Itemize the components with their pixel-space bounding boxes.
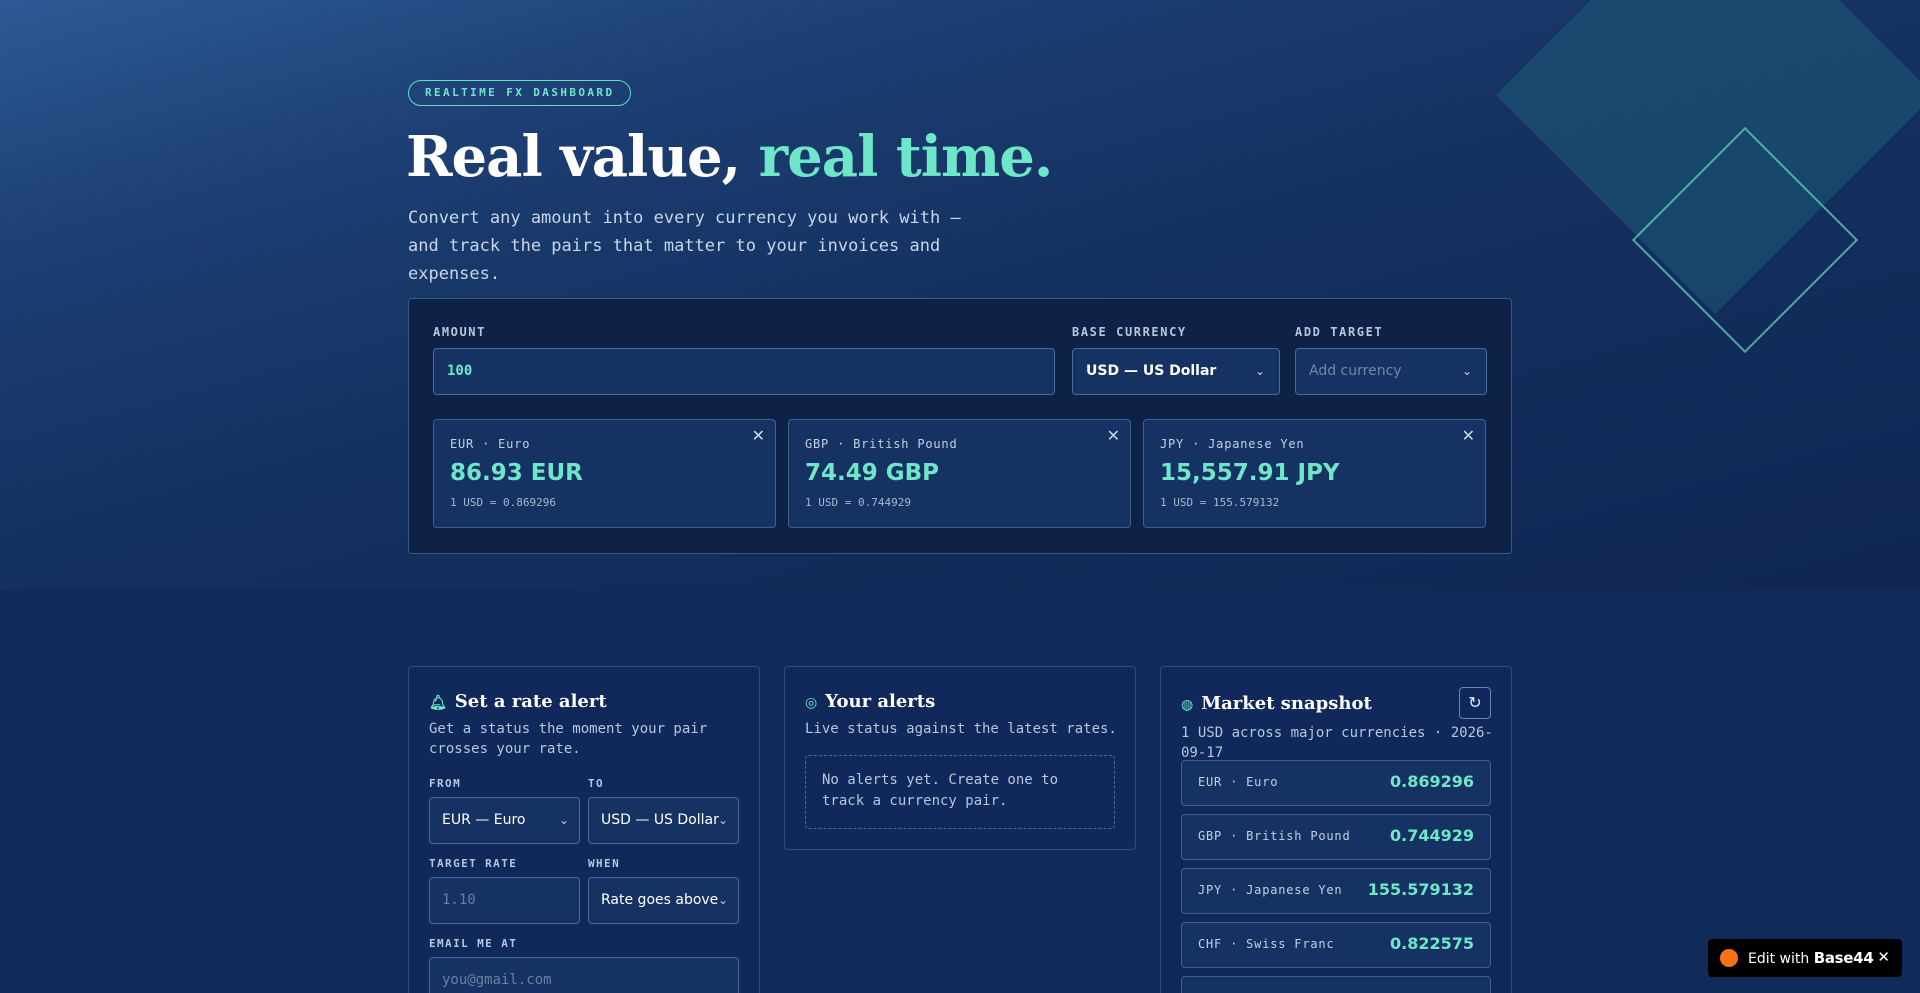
market-snapshot-title-text: Market snapshot (1201, 693, 1372, 714)
your-alerts-panel: ◎ Your alerts Live status against the lat… (784, 666, 1136, 850)
snapshot-row-value: 0.822575 (1389, 934, 1474, 953)
market-snapshot-title: ◍ Market snapshot (1181, 693, 1372, 714)
from-label: FROM (429, 777, 462, 790)
from-select[interactable]: EUR — Euro ⌄ (429, 797, 580, 844)
when-value: Rate goes above (601, 892, 719, 908)
to-value: USD — US Dollar (601, 812, 719, 828)
snapshot-row (1181, 976, 1491, 993)
headline-main: Real value, (406, 124, 759, 190)
your-alerts-desc: Live status against the latest rates. (805, 721, 1117, 737)
chevron-down-icon: ⌄ (717, 893, 728, 907)
result-card-value: 86.93 EUR (450, 460, 583, 486)
result-card-value: 15,557.91 JPY (1160, 460, 1340, 486)
close-icon[interactable]: ✕ (1107, 426, 1120, 445)
result-card-value: 74.49 GBP (805, 460, 940, 486)
close-icon[interactable]: ✕ (752, 426, 765, 445)
result-card: GBP · British Pound 74.49 GBP 1 USD = 0.… (788, 419, 1131, 528)
result-card-rate: 1 USD = 155.579132 (1160, 496, 1280, 509)
snapshot-row-value: 155.579132 (1367, 880, 1474, 899)
snapshot-row: EUR · Euro 0.869296 (1181, 760, 1491, 806)
target-rate-input[interactable]: 1.10 (429, 877, 580, 924)
email-input[interactable]: you@gmail.com (429, 957, 739, 993)
hero-subtitle: Convert any amount into every currency y… (408, 208, 961, 284)
snapshot-row: GBP · British Pound 0.744929 (1181, 814, 1491, 860)
snapshot-row-label: JPY · Japanese Yen (1198, 883, 1343, 897)
rate-alert-title: 🔔︎ Set a rate alert (429, 691, 607, 712)
refresh-button[interactable]: ↻ (1459, 687, 1491, 719)
to-label: TO (588, 777, 605, 790)
edit-with-text: Edit with Base44 (1748, 949, 1874, 967)
snapshot-row-label: GBP · British Pound (1198, 829, 1351, 843)
globe-icon: ◍ (1181, 697, 1194, 713)
snapshot-row: JPY · Japanese Yen 155.579132 (1181, 868, 1491, 914)
add-target-placeholder: Add currency (1309, 363, 1402, 379)
base-currency-label: BASE CURRENCY (1072, 325, 1187, 339)
chevron-down-icon: ⌄ (717, 813, 728, 827)
result-card-label: JPY · Japanese Yen (1160, 437, 1305, 451)
result-card: EUR · Euro 86.93 EUR 1 USD = 0.869296 ✕ (433, 419, 776, 528)
edit-prefix: Edit with (1748, 951, 1810, 967)
chevron-down-icon: ⌄ (558, 813, 569, 827)
when-select[interactable]: Rate goes above ⌄ (588, 877, 739, 924)
alerts-empty-state: No alerts yet. Create one to track a cur… (805, 755, 1115, 829)
rate-alert-desc: Get a status the moment your pair crosse… (429, 721, 708, 757)
result-card-rate: 1 USD = 0.869296 (450, 496, 556, 509)
snapshot-row-value: 0.744929 (1389, 826, 1474, 845)
rate-alert-panel: 🔔︎ Set a rate alert Get a status the mome… (408, 666, 760, 993)
target-rate-label: TARGET RATE (429, 857, 518, 870)
edit-brand: Base44 (1813, 949, 1874, 967)
market-snapshot-panel: ◍ Market snapshot ↻ 1 USD across major cu… (1160, 666, 1512, 993)
base-currency-select[interactable]: USD — US Dollar ⌄ (1072, 348, 1280, 395)
your-alerts-title: ◎ Your alerts (805, 691, 935, 712)
refresh-icon: ↻ (1468, 693, 1482, 712)
to-select[interactable]: USD — US Dollar ⌄ (588, 797, 739, 844)
market-snapshot-desc: 1 USD across major currencies · 2026-09-… (1181, 725, 1493, 761)
add-target-select[interactable]: Add currency ⌄ (1295, 348, 1487, 395)
edit-with-base44-button[interactable]: Edit with Base44 ✕ (1708, 939, 1902, 977)
amount-input[interactable]: 100 (433, 348, 1055, 395)
converter-card: AMOUNT 100 BASE CURRENCY USD — US Dollar… (408, 298, 1512, 554)
close-icon[interactable]: ✕ (1462, 426, 1475, 445)
result-card-label: GBP · British Pound (805, 437, 958, 451)
when-label: WHEN (588, 857, 621, 870)
snapshot-row-value: 0.869296 (1389, 772, 1474, 791)
your-alerts-title-text: Your alerts (825, 691, 936, 712)
from-value: EUR — Euro (442, 812, 526, 828)
hero-badge: REALTIME FX DASHBOARD (408, 80, 632, 106)
result-card: JPY · Japanese Yen 15,557.91 JPY 1 USD =… (1143, 419, 1486, 528)
amount-label: AMOUNT (433, 325, 486, 339)
add-target-label: ADD TARGET (1295, 325, 1384, 339)
snapshot-row: CHF · Swiss Franc 0.822575 (1181, 922, 1491, 968)
snapshot-row-label: EUR · Euro (1198, 775, 1279, 789)
snapshot-row-label: CHF · Swiss Franc (1198, 937, 1335, 951)
chevron-down-icon: ⌄ (1254, 364, 1265, 378)
headline-accent: real time. (758, 124, 1054, 190)
chevron-down-icon: ⌄ (1461, 364, 1472, 378)
radar-icon: ◎ (805, 695, 818, 711)
bell-icon: 🔔︎ (429, 695, 447, 711)
rate-alert-title-text: Set a rate alert (454, 691, 607, 712)
email-label: EMAIL ME AT (429, 937, 518, 950)
close-icon[interactable]: ✕ (1877, 948, 1890, 966)
base44-logo-icon (1720, 949, 1738, 967)
base-currency-value: USD — US Dollar (1086, 363, 1217, 379)
result-card-rate: 1 USD = 0.744929 (805, 496, 911, 509)
page-title: Real value, real time. (406, 124, 1054, 190)
result-card-label: EUR · Euro (450, 437, 531, 451)
